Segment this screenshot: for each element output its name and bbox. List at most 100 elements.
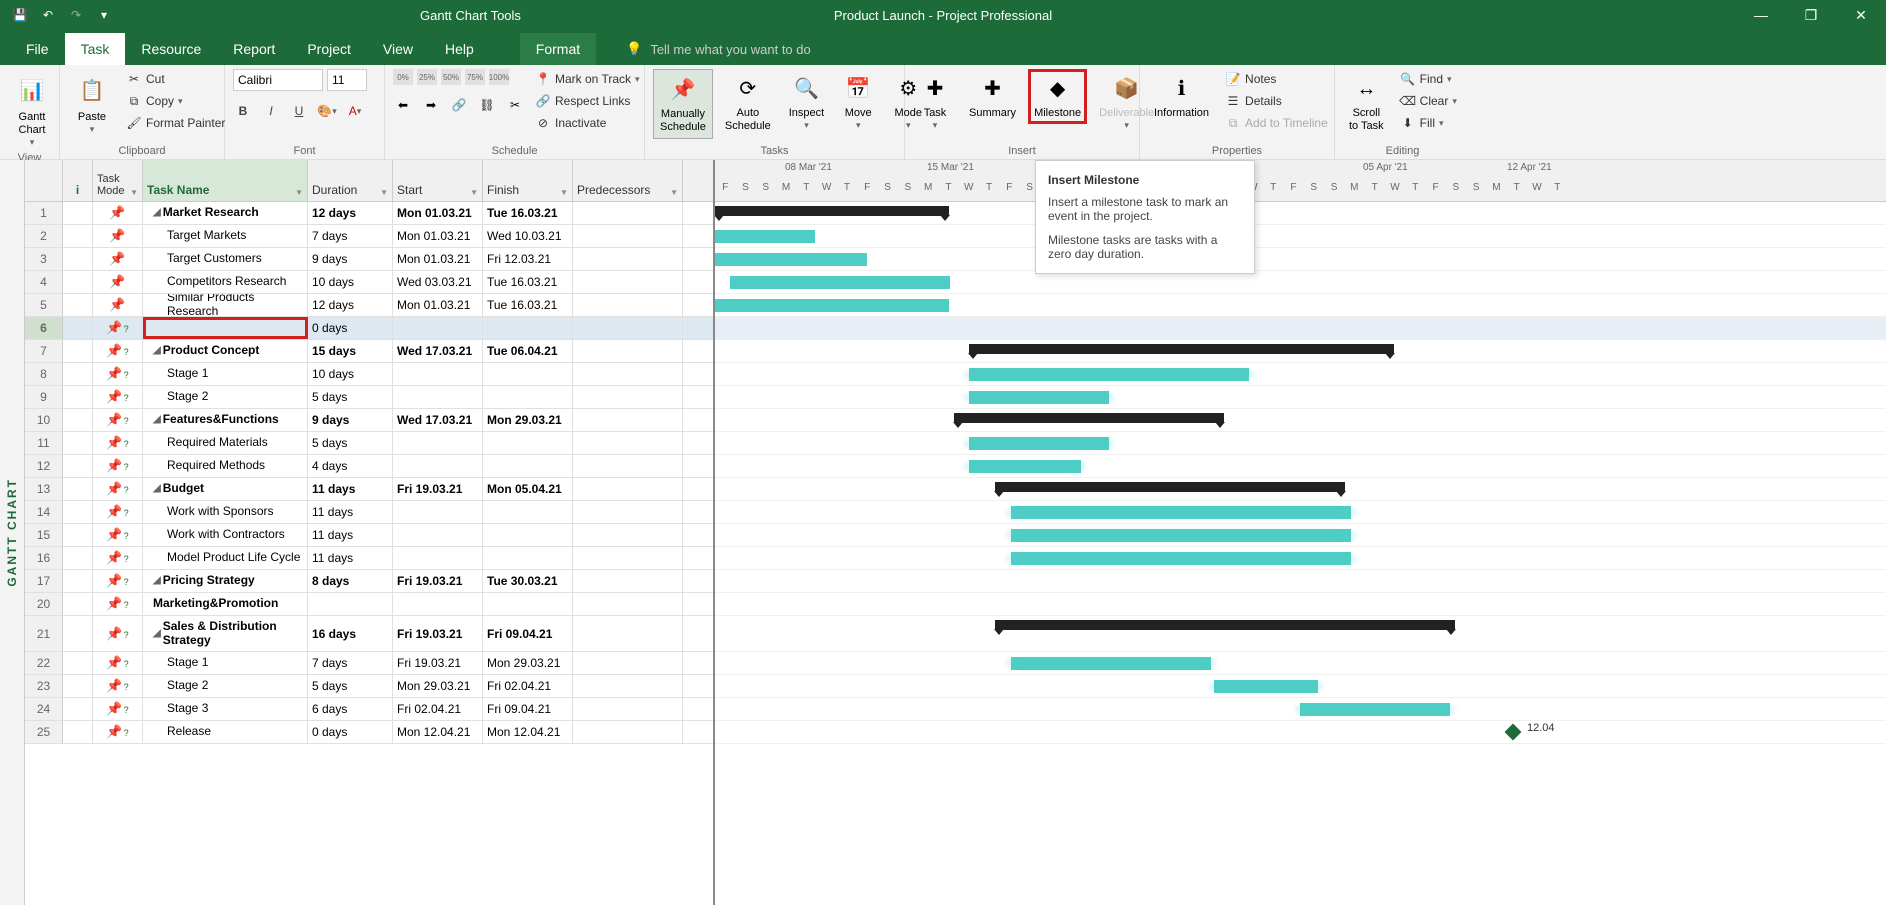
row-number[interactable]: 1 bbox=[25, 202, 63, 224]
predecessors-cell[interactable] bbox=[573, 363, 683, 385]
task-row[interactable]: 4📌Competitors Research10 daysWed 03.03.2… bbox=[25, 271, 713, 294]
task-row[interactable]: 1📌◢Market Research12 daysMon 01.03.21Tue… bbox=[25, 202, 713, 225]
gantt-chart-button[interactable]: 📊 Gantt Chart bbox=[8, 69, 56, 152]
finish-cell[interactable]: Tue 16.03.21 bbox=[483, 294, 573, 316]
duration-cell[interactable]: 9 days bbox=[308, 248, 393, 270]
tab-view[interactable]: View bbox=[367, 33, 429, 65]
respect-links-button[interactable]: 🔗Respect Links bbox=[531, 91, 644, 111]
task-name-cell[interactable]: Work with Sponsors bbox=[143, 501, 308, 523]
start-cell[interactable] bbox=[393, 363, 483, 385]
col-finish[interactable]: Finish▼ bbox=[483, 160, 573, 201]
duration-cell[interactable]: 9 days bbox=[308, 409, 393, 431]
task-mode-cell[interactable]: 📌 bbox=[93, 547, 143, 569]
task-name-cell[interactable]: ◢Features&Functions bbox=[143, 409, 308, 431]
tab-resource[interactable]: Resource bbox=[125, 33, 217, 65]
indicator-cell[interactable] bbox=[63, 386, 93, 408]
duration-cell[interactable]: 7 days bbox=[308, 225, 393, 247]
pct-0-button[interactable]: 0% bbox=[393, 69, 413, 85]
indicator-cell[interactable] bbox=[63, 698, 93, 720]
duration-cell[interactable]: 11 days bbox=[308, 547, 393, 569]
insert-milestone-button[interactable]: ◆Milestone bbox=[1028, 69, 1087, 124]
predecessors-cell[interactable] bbox=[573, 524, 683, 546]
predecessors-cell[interactable] bbox=[573, 455, 683, 477]
task-bar[interactable] bbox=[730, 276, 950, 289]
indicator-cell[interactable] bbox=[63, 271, 93, 293]
start-cell[interactable]: Mon 01.03.21 bbox=[393, 202, 483, 224]
task-row[interactable]: 24📌Stage 36 daysFri 02.04.21Fri 09.04.21 bbox=[25, 698, 713, 721]
finish-cell[interactable]: Mon 29.03.21 bbox=[483, 652, 573, 674]
task-mode-cell[interactable]: 📌 bbox=[93, 340, 143, 362]
finish-cell[interactable]: Tue 16.03.21 bbox=[483, 271, 573, 293]
start-cell[interactable] bbox=[393, 455, 483, 477]
indicator-cell[interactable] bbox=[63, 721, 93, 743]
gantt-row[interactable] bbox=[715, 501, 1886, 524]
indicator-cell[interactable] bbox=[63, 409, 93, 431]
duration-cell[interactable]: 12 days bbox=[308, 202, 393, 224]
predecessors-cell[interactable] bbox=[573, 675, 683, 697]
task-row[interactable]: 11📌Required Materials5 days bbox=[25, 432, 713, 455]
predecessors-cell[interactable] bbox=[573, 478, 683, 500]
pct-75-button[interactable]: 75% bbox=[465, 69, 485, 85]
tell-me-search[interactable]: 💡 Tell me what you want to do bbox=[626, 33, 811, 65]
task-mode-cell[interactable]: 📌 bbox=[93, 675, 143, 697]
task-row[interactable]: 13📌◢Budget11 daysFri 19.03.21Mon 05.04.2… bbox=[25, 478, 713, 501]
finish-cell[interactable] bbox=[483, 432, 573, 454]
task-bar[interactable] bbox=[1214, 680, 1318, 693]
duration-cell[interactable]: 8 days bbox=[308, 570, 393, 592]
task-name-cell[interactable]: Stage 3 bbox=[143, 698, 308, 720]
tab-help[interactable]: Help bbox=[429, 33, 490, 65]
task-mode-cell[interactable]: 📌 bbox=[93, 570, 143, 592]
duration-cell[interactable]: 4 days bbox=[308, 455, 393, 477]
task-name-cell[interactable]: Required Materials bbox=[143, 432, 308, 454]
tab-task[interactable]: Task bbox=[65, 33, 126, 65]
task-name-cell[interactable]: ◢Product Concept bbox=[143, 340, 308, 362]
summary-bar[interactable] bbox=[954, 413, 1224, 423]
move-button[interactable]: 📅Move bbox=[836, 69, 880, 135]
task-row[interactable]: 14📌Work with Sponsors11 days bbox=[25, 501, 713, 524]
summary-bar[interactable] bbox=[969, 344, 1394, 354]
task-mode-cell[interactable]: 📌 bbox=[93, 363, 143, 385]
gantt-row[interactable] bbox=[715, 363, 1886, 386]
row-number[interactable]: 16 bbox=[25, 547, 63, 569]
start-cell[interactable] bbox=[393, 501, 483, 523]
task-mode-cell[interactable]: 📌 bbox=[93, 721, 143, 743]
duration-cell[interactable]: 5 days bbox=[308, 432, 393, 454]
row-number[interactable]: 4 bbox=[25, 271, 63, 293]
task-name-cell[interactable]: ◢Budget bbox=[143, 478, 308, 500]
task-name-cell[interactable]: Stage 2 bbox=[143, 675, 308, 697]
predecessors-cell[interactable] bbox=[573, 698, 683, 720]
task-row[interactable]: 10📌◢Features&Functions9 daysWed 17.03.21… bbox=[25, 409, 713, 432]
start-cell[interactable]: Mon 01.03.21 bbox=[393, 248, 483, 270]
row-number[interactable]: 3 bbox=[25, 248, 63, 270]
row-number[interactable]: 15 bbox=[25, 524, 63, 546]
duration-cell[interactable]: 11 days bbox=[308, 524, 393, 546]
predecessors-cell[interactable] bbox=[573, 340, 683, 362]
task-bar[interactable] bbox=[715, 230, 815, 243]
col-task-mode[interactable]: Task Mode▼ bbox=[93, 160, 143, 201]
pct-50-button[interactable]: 50% bbox=[441, 69, 461, 85]
start-cell[interactable]: Fri 02.04.21 bbox=[393, 698, 483, 720]
task-mode-cell[interactable]: 📌 bbox=[93, 501, 143, 523]
duration-cell[interactable]: 10 days bbox=[308, 271, 393, 293]
indicator-cell[interactable] bbox=[63, 455, 93, 477]
finish-cell[interactable]: Mon 05.04.21 bbox=[483, 478, 573, 500]
gantt-row[interactable] bbox=[715, 593, 1886, 616]
task-row[interactable]: 8📌Stage 110 days bbox=[25, 363, 713, 386]
finish-cell[interactable]: Fri 02.04.21 bbox=[483, 675, 573, 697]
gantt-row[interactable] bbox=[715, 478, 1886, 501]
task-mode-cell[interactable]: 📌 bbox=[93, 248, 143, 270]
inspect-button[interactable]: 🔍Inspect bbox=[783, 69, 830, 135]
indicator-cell[interactable] bbox=[63, 478, 93, 500]
gantt-row[interactable] bbox=[715, 340, 1886, 363]
close-button[interactable]: ✕ bbox=[1846, 7, 1876, 24]
clear-button[interactable]: ⌫Clear bbox=[1396, 91, 1461, 111]
pct-100-button[interactable]: 100% bbox=[489, 69, 509, 85]
row-number[interactable]: 20 bbox=[25, 593, 63, 615]
row-number[interactable]: 6 bbox=[25, 317, 63, 339]
inactivate-button[interactable]: ⊘Inactivate bbox=[531, 113, 644, 133]
start-cell[interactable]: Wed 17.03.21 bbox=[393, 340, 483, 362]
finish-cell[interactable] bbox=[483, 363, 573, 385]
row-number[interactable]: 9 bbox=[25, 386, 63, 408]
finish-cell[interactable]: Tue 06.04.21 bbox=[483, 340, 573, 362]
gantt-row[interactable] bbox=[715, 202, 1886, 225]
